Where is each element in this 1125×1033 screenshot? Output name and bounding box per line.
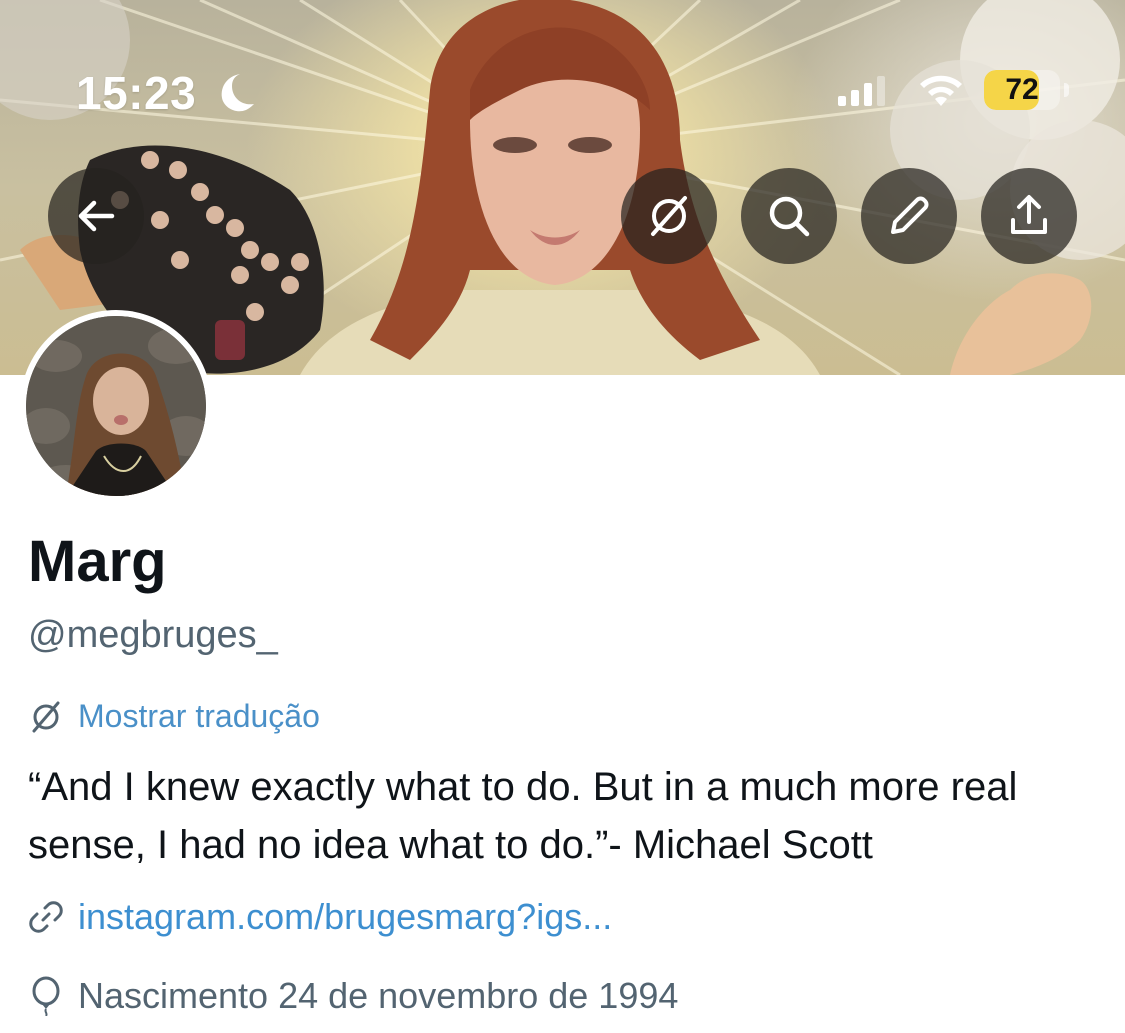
profile-website[interactable]: instagram.com/brugesmarg?igs... bbox=[28, 896, 612, 938]
profile-avatar[interactable] bbox=[20, 310, 212, 502]
share-button[interactable] bbox=[981, 168, 1077, 264]
moon-icon bbox=[221, 74, 254, 112]
battery-indicator: 72 bbox=[984, 70, 1060, 110]
no-translate-icon bbox=[651, 196, 687, 236]
balloon-icon bbox=[32, 976, 60, 1016]
back-button[interactable] bbox=[48, 168, 144, 264]
birth-date: Nascimento 24 de novembro de 1994 bbox=[28, 975, 678, 1017]
link-icon bbox=[29, 901, 63, 933]
arrow-left-icon bbox=[78, 200, 115, 232]
status-time: 15:23 bbox=[76, 67, 197, 119]
show-translation-link[interactable]: Mostrar tradução bbox=[28, 698, 320, 735]
search-button[interactable] bbox=[741, 168, 837, 264]
profile-banner[interactable]: 15:23 72 bbox=[0, 0, 1125, 375]
signal-icon bbox=[838, 76, 885, 106]
pencil-icon bbox=[891, 196, 929, 234]
birth-date-text: Nascimento 24 de novembro de 1994 bbox=[78, 975, 679, 1016]
show-translation-label: Mostrar tradução bbox=[78, 698, 320, 734]
battery-level: 72 bbox=[1005, 73, 1039, 106]
share-icon bbox=[1011, 195, 1047, 234]
profile-bio: “And I knew exactly what to do. But in a… bbox=[28, 765, 1018, 867]
avatar-photo bbox=[26, 316, 206, 496]
search-icon bbox=[769, 196, 810, 237]
battery-tip bbox=[1064, 83, 1069, 97]
website-link[interactable]: instagram.com/brugesmarg?igs... bbox=[78, 896, 612, 938]
edit-button[interactable] bbox=[861, 168, 957, 264]
status-bar: 15:23 72 bbox=[0, 0, 1125, 180]
no-translate-icon bbox=[32, 701, 60, 732]
wifi-icon bbox=[920, 75, 962, 106]
user-handle: @megbruges_ bbox=[28, 614, 278, 656]
display-name: Marg bbox=[28, 529, 167, 594]
translate-button[interactable] bbox=[621, 168, 717, 264]
